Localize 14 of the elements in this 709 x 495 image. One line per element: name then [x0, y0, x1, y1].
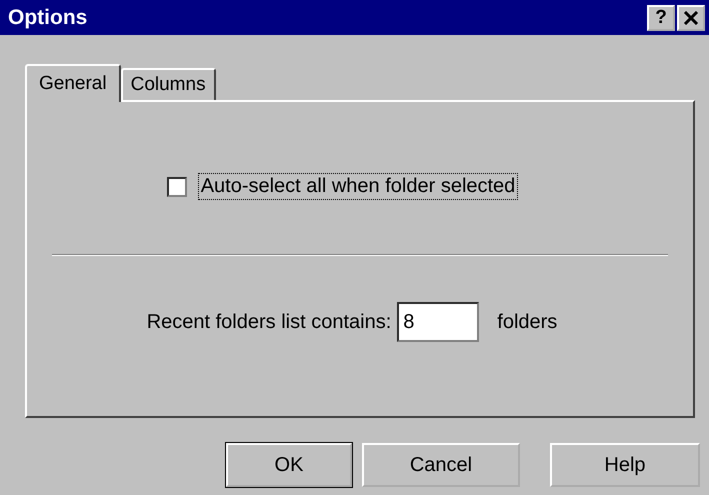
input-field[interactable]: 8 [397, 302, 480, 342]
window-title: Options [8, 6, 88, 30]
checkbox[interactable] [166, 176, 187, 196]
dialog-button[interactable]: Help [550, 443, 700, 487]
unit-label: folders [497, 310, 558, 334]
dialog-button[interactable]: OK [226, 443, 352, 487]
field-label: Recent folders list contains: [146, 310, 392, 334]
dialog-button[interactable]: Cancel [362, 443, 520, 487]
checkbox-label[interactable]: Auto-select all when folder selected [198, 174, 518, 199]
tab[interactable]: Columns [120, 68, 216, 100]
close-button[interactable] [677, 4, 705, 30]
close-icon [683, 10, 699, 24]
help-button[interactable]: ? [647, 4, 675, 30]
tab[interactable]: General [25, 64, 121, 102]
